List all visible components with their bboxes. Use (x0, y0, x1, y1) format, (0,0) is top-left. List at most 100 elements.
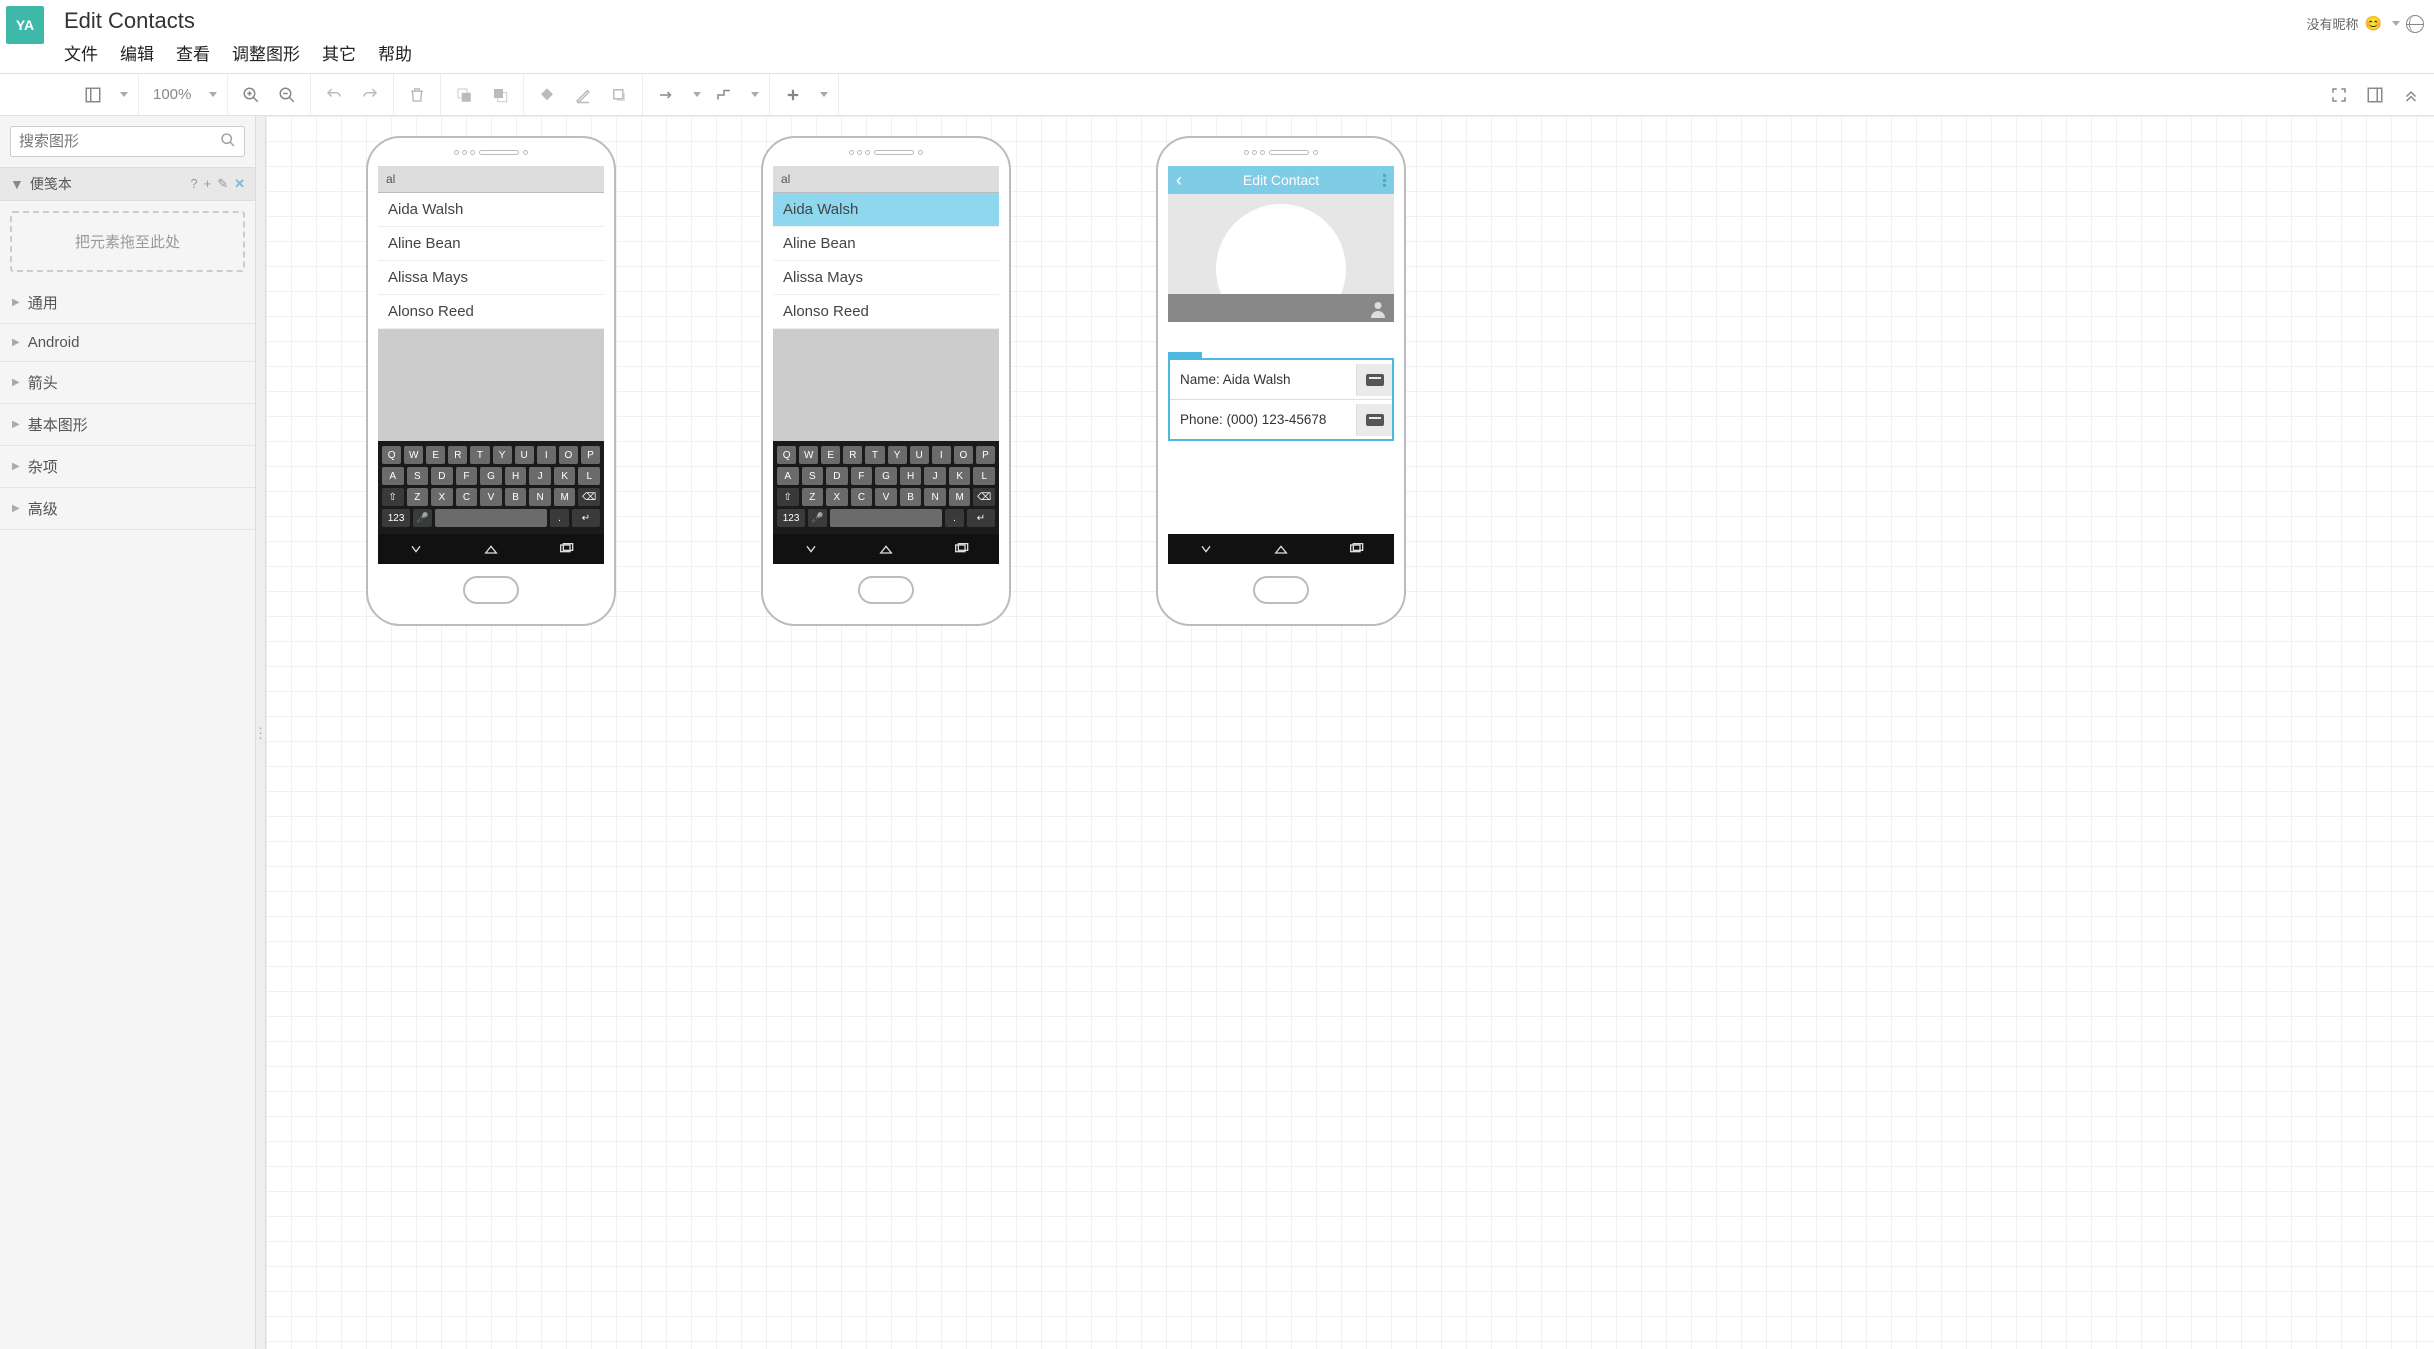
name-field-action[interactable] (1356, 364, 1392, 396)
phone-field-row[interactable]: Phone: (000) 123-45678 (1170, 400, 1392, 439)
line-color-button[interactable] (570, 82, 596, 108)
contact-list-item[interactable]: Alonso Reed (773, 295, 999, 329)
menu-file[interactable]: 文件 (64, 40, 98, 65)
period-key[interactable]: . (945, 509, 964, 527)
keyboard-key[interactable]: M (949, 488, 971, 506)
mic-key[interactable]: 🎤 (808, 509, 827, 527)
phone-mockup-2[interactable]: al Aida WalshAline BeanAlissa MaysAlonso… (761, 136, 1011, 626)
keyboard-key[interactable]: P (976, 446, 995, 464)
zoom-in-button[interactable] (238, 82, 264, 108)
keyboard-key[interactable]: K (949, 467, 971, 485)
redo-button[interactable] (357, 82, 383, 108)
keyboard-key[interactable]: B (505, 488, 527, 506)
keyboard-key[interactable]: U (515, 446, 534, 464)
shift-key[interactable]: ⇧ (777, 488, 799, 506)
backspace-key[interactable]: ⌫ (578, 488, 600, 506)
zoom-level[interactable]: 100% (149, 86, 195, 103)
insert-caret[interactable] (820, 92, 828, 97)
collapse-button[interactable] (2398, 82, 2424, 108)
keyboard-key[interactable]: C (851, 488, 873, 506)
keyboard-key[interactable]: N (529, 488, 551, 506)
keyboard-key[interactable]: J (529, 467, 551, 485)
diagram-canvas[interactable]: al Aida WalshAline BeanAlissa MaysAlonso… (266, 116, 2434, 1349)
num-key[interactable]: 123 (777, 509, 805, 527)
category-item[interactable]: ▶基本图形 (0, 404, 255, 446)
keyboard-key[interactable]: L (578, 467, 600, 485)
keyboard-key[interactable]: V (875, 488, 897, 506)
scratchpad-header[interactable]: ▼ 便笺本 ? + ✎ ✕ (0, 167, 255, 201)
period-key[interactable]: . (550, 509, 569, 527)
menu-help[interactable]: 帮助 (378, 40, 412, 65)
undo-button[interactable] (321, 82, 347, 108)
contact-list-item[interactable]: Aline Bean (773, 227, 999, 261)
shift-key[interactable]: ⇧ (382, 488, 404, 506)
fill-color-button[interactable] (534, 82, 560, 108)
keyboard-key[interactable]: U (910, 446, 929, 464)
keyboard-key[interactable]: X (826, 488, 848, 506)
category-item[interactable]: ▶通用 (0, 282, 255, 324)
keyboard-key[interactable]: I (537, 446, 556, 464)
keyboard-key[interactable]: Y (888, 446, 907, 464)
keyboard-key[interactable]: Y (493, 446, 512, 464)
keyboard-key[interactable]: F (456, 467, 478, 485)
keyboard-key[interactable]: M (554, 488, 576, 506)
contact-list-item[interactable]: Alissa Mays (773, 261, 999, 295)
zoom-caret[interactable] (209, 92, 217, 97)
keyboard-key[interactable]: V (480, 488, 502, 506)
keyboard-key[interactable]: H (505, 467, 527, 485)
category-item[interactable]: ▶高级 (0, 488, 255, 530)
phone-mockup-1[interactable]: al Aida WalshAline BeanAlissa MaysAlonso… (366, 136, 616, 626)
keyboard-key[interactable]: O (559, 446, 578, 464)
globe-icon[interactable] (2406, 15, 2424, 33)
keyboard-key[interactable]: C (456, 488, 478, 506)
space-key[interactable] (830, 509, 942, 527)
mic-key[interactable]: 🎤 (413, 509, 432, 527)
keyboard-key[interactable]: X (431, 488, 453, 506)
user-dropdown[interactable] (2392, 21, 2400, 26)
enter-key[interactable]: ↵ (967, 509, 995, 527)
keyboard-key[interactable]: A (382, 467, 404, 485)
keyboard-key[interactable]: L (973, 467, 995, 485)
keyboard-key[interactable]: G (480, 467, 502, 485)
backspace-key[interactable]: ⌫ (973, 488, 995, 506)
keyboard-key[interactable]: E (426, 446, 445, 464)
keyboard-key[interactable]: E (821, 446, 840, 464)
contact-list-item[interactable]: Alonso Reed (378, 295, 604, 329)
menu-view[interactable]: 查看 (176, 40, 210, 65)
enter-key[interactable]: ↵ (572, 509, 600, 527)
keyboard-key[interactable]: R (843, 446, 862, 464)
fullscreen-button[interactable] (2326, 82, 2352, 108)
category-item[interactable]: ▶杂项 (0, 446, 255, 488)
contact-list-item[interactable]: Aida Walsh (773, 193, 999, 227)
to-back-button[interactable] (487, 82, 513, 108)
shape-search[interactable] (10, 126, 245, 157)
waypoint-caret[interactable] (751, 92, 759, 97)
shadow-button[interactable] (606, 82, 632, 108)
keyboard-key[interactable]: S (802, 467, 824, 485)
delete-button[interactable] (404, 82, 430, 108)
scratchpad-help[interactable]: ? (190, 176, 197, 192)
to-front-button[interactable] (451, 82, 477, 108)
keyboard-key[interactable]: B (900, 488, 922, 506)
phone-field-action[interactable] (1356, 404, 1392, 436)
contact-list-item[interactable]: Aline Bean (378, 227, 604, 261)
keyboard-key[interactable]: I (932, 446, 951, 464)
keyboard-key[interactable]: D (826, 467, 848, 485)
keyboard-key[interactable]: D (431, 467, 453, 485)
keyboard-key[interactable]: S (407, 467, 429, 485)
keyboard-key[interactable]: J (924, 467, 946, 485)
keyboard-key[interactable]: W (404, 446, 423, 464)
keyboard-key[interactable]: O (954, 446, 973, 464)
contact-list-item[interactable]: Alissa Mays (378, 261, 604, 295)
view-mode-button[interactable] (80, 82, 106, 108)
contact-list-item[interactable]: Aida Walsh (378, 193, 604, 227)
document-title[interactable]: Edit Contacts (64, 6, 412, 40)
keyboard-key[interactable]: F (851, 467, 873, 485)
format-panel-button[interactable] (2362, 82, 2388, 108)
sidebar-splitter[interactable] (256, 116, 266, 1349)
zoom-out-button[interactable] (274, 82, 300, 108)
keyboard-key[interactable]: Z (407, 488, 429, 506)
keyboard-key[interactable]: G (875, 467, 897, 485)
keyboard-key[interactable]: T (470, 446, 489, 464)
scratchpad-add[interactable]: + (204, 176, 212, 192)
